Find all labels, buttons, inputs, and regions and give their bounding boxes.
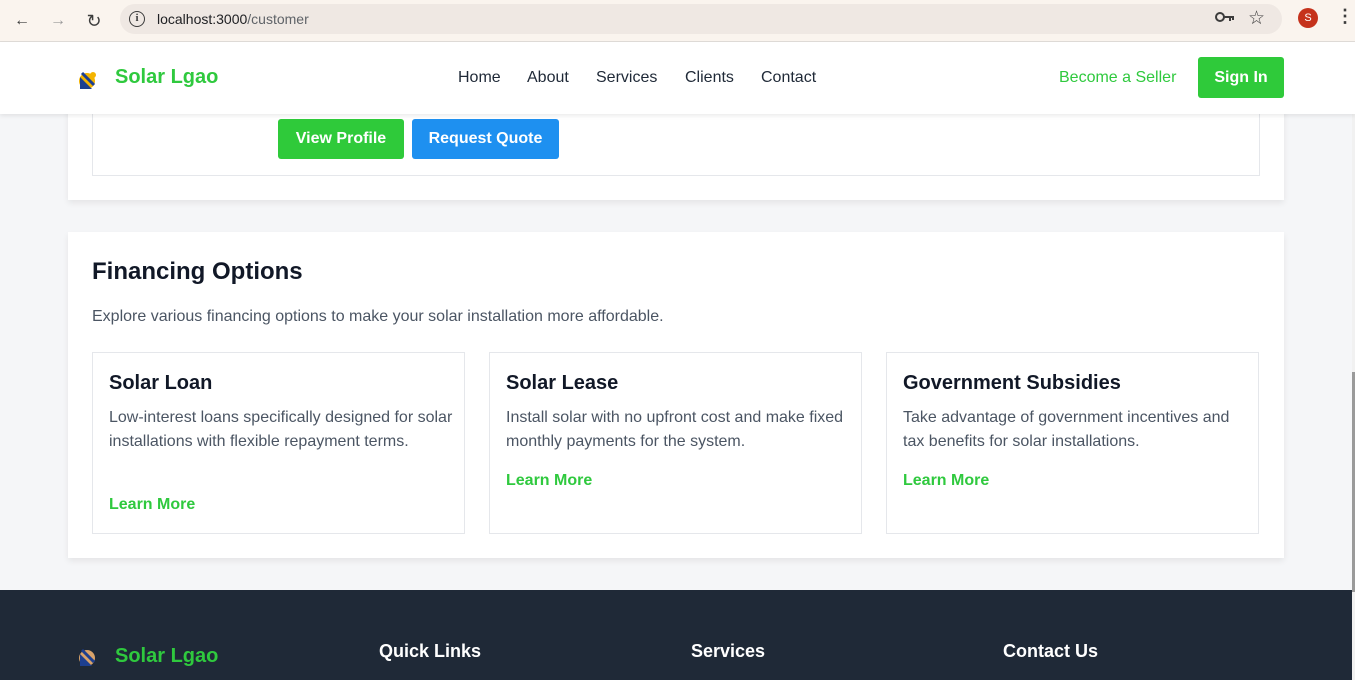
reload-icon[interactable]: ↻	[81, 8, 107, 34]
sign-in-button[interactable]: Sign In	[1198, 57, 1284, 98]
footer-brand[interactable]: Solar Lgao	[115, 645, 218, 668]
profile-avatar[interactable]: S	[1298, 8, 1318, 28]
site-header: Solar Lgao Home About Services Clients C…	[0, 42, 1355, 114]
url-text[interactable]: localhost:3000/customer	[157, 11, 309, 27]
become-seller-link[interactable]: Become a Seller	[1059, 69, 1176, 87]
option-text: Take advantage of government incentives …	[903, 409, 1230, 450]
financing-option-solar-lease: Solar Lease Install solar with no upfron…	[489, 352, 862, 534]
option-title: Government Subsidies	[903, 372, 1121, 394]
site-footer: Solar Lgao Quick Links Services Contact …	[0, 590, 1355, 680]
footer-heading-services: Services	[691, 641, 766, 661]
solar-logo-icon[interactable]	[76, 69, 98, 91]
learn-more-link[interactable]: Learn More	[903, 472, 989, 490]
request-quote-button[interactable]: Request Quote	[412, 119, 559, 159]
address-bar[interactable]: i localhost:3000/customer ☆	[120, 4, 1282, 34]
nav-home[interactable]: Home	[458, 69, 501, 87]
learn-more-link[interactable]: Learn More	[506, 472, 592, 490]
option-text: Low-interest loans specifically designed…	[109, 409, 453, 450]
back-arrow-icon[interactable]: ←	[9, 8, 35, 34]
bookmark-star-icon[interactable]: ☆	[1248, 7, 1265, 30]
financing-section: Financing Options Explore various financ…	[68, 232, 1284, 558]
financing-option-government-subsidies: Government Subsidies Take advantage of g…	[886, 352, 1259, 534]
option-title: Solar Loan	[109, 372, 213, 394]
solar-logo-icon	[79, 648, 96, 666]
nav-about[interactable]: About	[527, 69, 569, 87]
browser-menu-icon[interactable]: ⋮	[1336, 6, 1354, 27]
seller-card: View Profile Request Quote	[68, 100, 1284, 200]
financing-option-solar-loan: Solar Loan Low-interest loans specifical…	[92, 352, 465, 534]
password-key-icon[interactable]	[1215, 10, 1235, 29]
footer-heading-contact: Contact Us	[1003, 641, 1099, 661]
footer-heading-quick-links: Quick Links	[379, 641, 482, 661]
site-info-icon[interactable]: i	[129, 11, 145, 27]
option-text: Install solar with no upfront cost and m…	[506, 409, 844, 450]
brand-name[interactable]: Solar Lgao	[115, 66, 218, 89]
nav-clients[interactable]: Clients	[685, 69, 734, 87]
nav-services[interactable]: Services	[596, 69, 657, 87]
url-path: /customer	[247, 11, 309, 27]
forward-arrow-icon[interactable]: →	[45, 8, 71, 34]
learn-more-link[interactable]: Learn More	[109, 496, 195, 514]
browser-toolbar: ← → ↻ i localhost:3000/customer ☆ S ⋮	[0, 0, 1355, 42]
financing-title: Financing Options	[92, 258, 303, 285]
option-title: Solar Lease	[506, 372, 619, 394]
view-profile-button[interactable]: View Profile	[278, 119, 404, 159]
financing-description: Explore various financing options to mak…	[92, 308, 664, 325]
nav-contact[interactable]: Contact	[761, 69, 816, 87]
url-host: localhost:3000	[157, 11, 248, 27]
